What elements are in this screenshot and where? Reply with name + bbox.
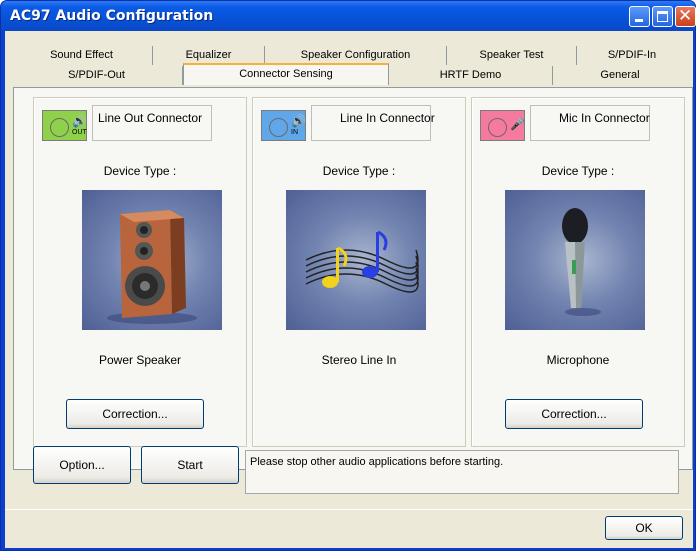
line-in-connector-label: Line In Connector — [340, 111, 435, 125]
line-out-jack-icon: 🔊 OUT — [42, 110, 87, 141]
tab-hrtf-demo[interactable]: HRTF Demo — [389, 66, 553, 85]
speaker-icon — [107, 210, 197, 324]
minimize-button[interactable] — [629, 6, 650, 27]
line-in-jack-icon: 🔊 IN — [261, 110, 306, 141]
line-out-correction-button[interactable]: Correction... — [66, 399, 204, 429]
line-in-device-name: Stereo Line In — [321, 353, 397, 367]
line-out-jack-sub: OUT — [72, 129, 87, 136]
mic-in-device-name: Microphone — [546, 353, 610, 367]
status-message: Please stop other audio applications bef… — [245, 450, 679, 494]
tab-speaker-test[interactable]: Speaker Test — [447, 46, 577, 65]
maximize-icon — [657, 11, 668, 22]
mic-in-connector-label: Mic In Connector — [559, 111, 650, 125]
line-in-panel: 🔊 IN Line In Connector Device Type : Ste… — [252, 97, 466, 447]
mic-in-correction-button[interactable]: Correction... — [505, 399, 643, 429]
window-title: AC97 Audio Configuration — [10, 8, 214, 24]
ok-button[interactable]: OK — [605, 516, 683, 540]
microphone-icon: 🎤 — [510, 117, 525, 131]
mic-in-jack-icon: 🎤 — [480, 110, 525, 141]
title-bar[interactable]: AC97 Audio Configuration ✕ — [1, 1, 696, 31]
music-notes-icon — [305, 230, 419, 293]
minimize-icon — [635, 19, 643, 22]
option-button[interactable]: Option... — [33, 446, 131, 484]
mic-in-panel: 🎤 Mic In Connector Device Type : Microph… — [471, 97, 685, 447]
line-out-panel: 🔊 OUT Line Out Connector Device Type : P… — [33, 97, 247, 447]
connector-sensing-panel: 🔊 OUT Line Out Connector Device Type : P… — [13, 87, 693, 484]
tab-general[interactable]: General — [553, 66, 687, 85]
maximize-button[interactable] — [652, 6, 673, 27]
line-out-connector-label: Line Out Connector — [98, 111, 203, 125]
tab-row-lower: S/PDIF-Out Connector Sensing HRTF Demo G… — [11, 63, 687, 85]
tab-sound-effect[interactable]: Sound Effect — [11, 46, 153, 65]
line-in-jack-sub: IN — [291, 129, 298, 136]
line-out-device-type-label: Device Type : — [103, 164, 177, 178]
microphone-image[interactable] — [505, 190, 645, 330]
line-in-device-type-label: Device Type : — [322, 164, 396, 178]
speaker-image[interactable] — [82, 190, 222, 330]
tab-spdif-in[interactable]: S/PDIF-In — [577, 46, 687, 65]
start-button[interactable]: Start — [141, 446, 239, 484]
separator — [5, 509, 693, 510]
close-icon: ✕ — [678, 6, 693, 26]
tab-connector-sensing[interactable]: Connector Sensing — [183, 63, 389, 85]
mic-in-device-type-label: Device Type : — [541, 164, 615, 178]
client-area: Sound Effect Equalizer Speaker Configura… — [5, 31, 693, 548]
app-window: AC97 Audio Configuration ✕ Sound Effect … — [0, 0, 696, 551]
close-button[interactable]: ✕ — [675, 6, 696, 27]
tab-spdif-out[interactable]: S/PDIF-Out — [11, 66, 183, 85]
music-notes-image[interactable] — [286, 190, 426, 330]
microphone-picture-icon — [562, 208, 601, 316]
line-out-device-name: Power Speaker — [98, 353, 182, 367]
